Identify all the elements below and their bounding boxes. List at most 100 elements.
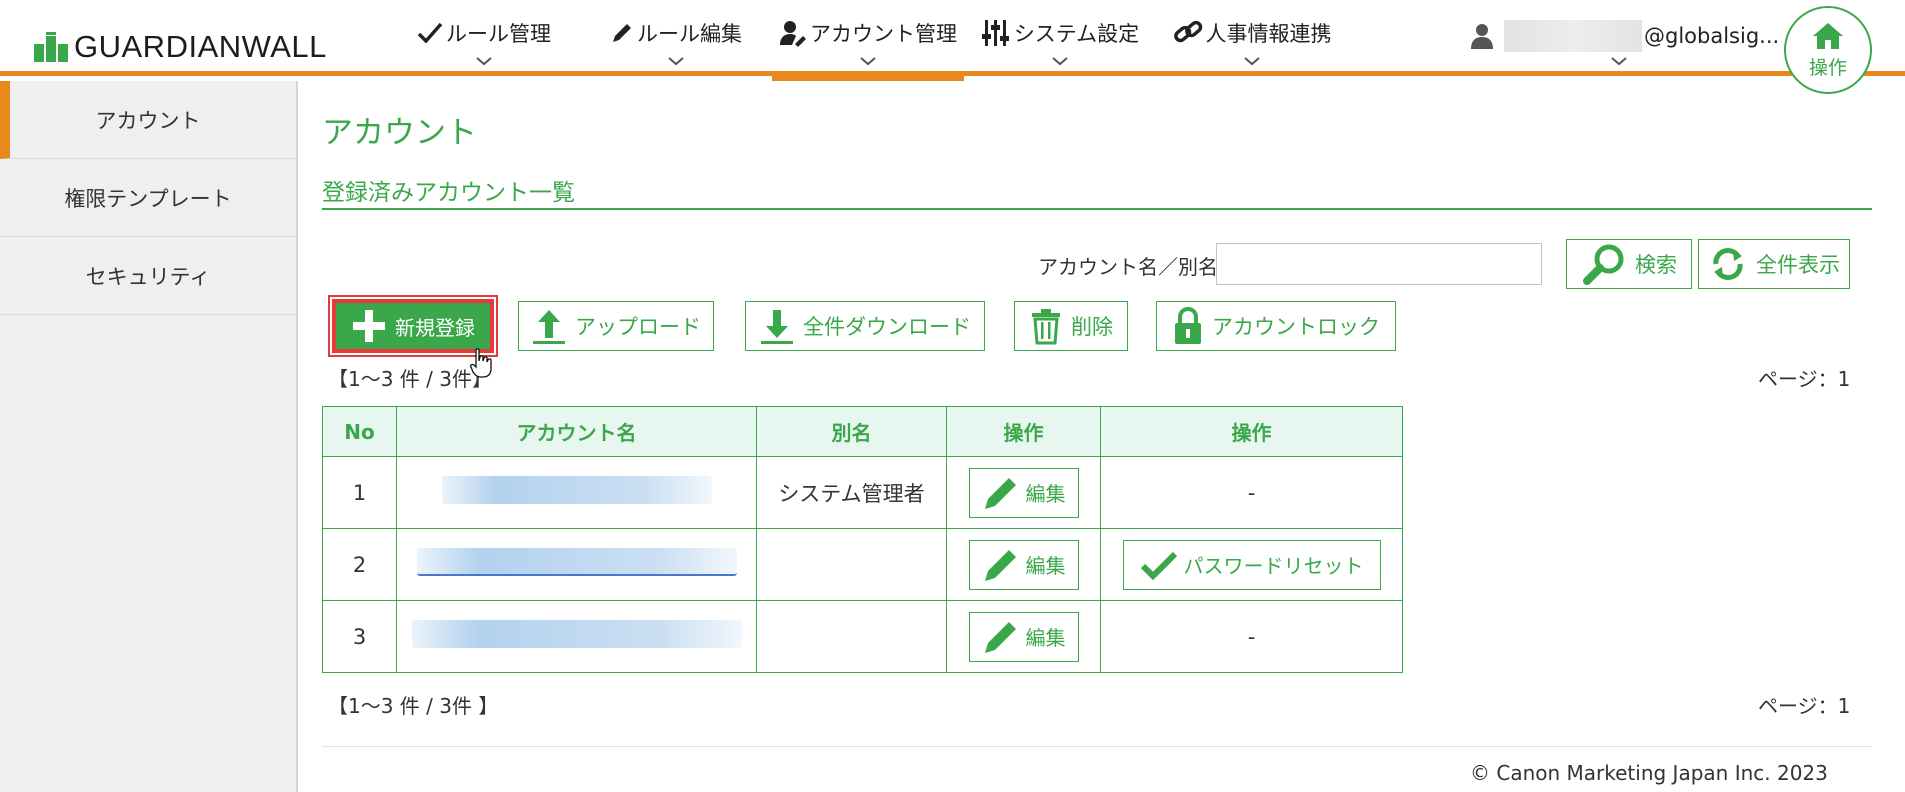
- sidebar-item-label: 権限テンプレート: [64, 186, 232, 211]
- result-count-top: 【1～3 件 / 3件】: [328, 367, 492, 391]
- logo-text: GUARDIANWALL: [74, 29, 327, 64]
- row-extra: -: [1100, 456, 1403, 529]
- nav-hr-integration[interactable]: 人事情報連携: [1156, 0, 1348, 76]
- link-icon: [1173, 20, 1202, 43]
- password-reset-button[interactable]: パスワードリセット: [1122, 539, 1381, 590]
- row-edit-cell: 編集: [946, 456, 1101, 529]
- row-account-name[interactable]: [396, 528, 757, 601]
- edit-button[interactable]: 編集: [968, 539, 1079, 590]
- row-alias: [756, 528, 947, 601]
- table-row: 1 システム管理者 編集 -: [322, 456, 1403, 529]
- password-reset-button-label: パスワードリセット: [1183, 554, 1364, 578]
- delete-button[interactable]: 削除: [1014, 301, 1128, 351]
- footer-divider: [322, 746, 1872, 747]
- hand-cursor-icon: [470, 348, 492, 378]
- column-header-account-name: アカウント名: [396, 406, 757, 457]
- user-email: @globalsig...: [1644, 24, 1780, 48]
- nav-rule-edit[interactable]: ルール編集: [580, 0, 772, 76]
- show-all-button-label: 全件表示: [1756, 253, 1840, 277]
- nav-label: ルール管理: [446, 22, 551, 46]
- result-count-bottom: 【1～3 件 / 3件 】: [328, 694, 499, 718]
- search-button-label: 検索: [1635, 253, 1677, 277]
- page-indicator-bottom: ページ：1: [1758, 694, 1851, 718]
- row-no: 3: [322, 600, 397, 673]
- copyright: © Canon Marketing Japan Inc. 2023: [1470, 761, 1828, 785]
- search-input[interactable]: [1216, 243, 1542, 285]
- trash-icon: [1032, 309, 1060, 345]
- page-indicator-top: ページ：1: [1758, 367, 1851, 391]
- redacted-username: [1504, 20, 1642, 52]
- sliders-icon: [981, 20, 1009, 46]
- home-button[interactable]: 操作: [1784, 6, 1872, 94]
- column-header-no: No: [322, 406, 397, 457]
- download-all-button-label: 全件ダウンロード: [803, 315, 971, 339]
- sidebar: アカウント 権限テンプレート セキュリティ: [0, 81, 298, 792]
- edit-button-label: 編集: [1025, 554, 1066, 578]
- chevron-down-icon: [476, 57, 492, 66]
- upload-button[interactable]: アップロード: [518, 301, 714, 351]
- row-edit-cell: 編集: [946, 528, 1101, 601]
- row-account-name[interactable]: [396, 456, 757, 529]
- row-extra: -: [1100, 600, 1403, 673]
- section-title: 登録済みアカウント一覧: [322, 180, 575, 206]
- home-label: 操作: [1808, 56, 1847, 79]
- accounts-table: No アカウント名 別名 操作 操作 1 システム管理者 編集 - 2 編集 パ…: [322, 406, 1403, 673]
- row-no: 2: [322, 528, 397, 601]
- new-registration-button[interactable]: 新規登録: [328, 295, 498, 357]
- check-icon: [1140, 551, 1177, 580]
- user-wrench-icon: [780, 21, 806, 47]
- new-registration-button-label: 新規登録: [395, 315, 475, 340]
- nav-rule-management[interactable]: ルール管理: [388, 0, 580, 76]
- home-icon: [1813, 22, 1843, 49]
- row-account-name[interactable]: [396, 600, 757, 673]
- upload-icon: [533, 310, 565, 344]
- pencil-icon: [984, 477, 1016, 509]
- row-extra-cell: パスワードリセット: [1100, 528, 1403, 601]
- refresh-icon: [1713, 248, 1743, 280]
- chevron-down-icon: [1244, 57, 1260, 66]
- row-alias: [756, 600, 947, 673]
- nav-label: アカウント管理: [810, 22, 957, 46]
- pencil-icon: [984, 549, 1016, 581]
- search-label: アカウント名／別名: [1038, 255, 1218, 279]
- user-menu[interactable]: @globalsig...: [1470, 18, 1779, 54]
- row-alias: システム管理者: [756, 456, 947, 529]
- table-row: 2 編集 パスワードリセット: [322, 528, 1403, 601]
- user-icon: [1471, 24, 1493, 49]
- upload-button-label: アップロード: [575, 315, 701, 339]
- search-icon: [1583, 244, 1624, 285]
- show-all-button[interactable]: 全件表示: [1698, 239, 1850, 289]
- column-header-edit: 操作: [946, 406, 1101, 457]
- check-icon: [417, 22, 443, 44]
- redacted-account-name: [411, 620, 742, 648]
- lock-icon: [1175, 307, 1201, 344]
- building-icon: [34, 32, 68, 62]
- sidebar-item-permission-template[interactable]: 権限テンプレート: [0, 159, 296, 237]
- sidebar-item-label: アカウント: [95, 108, 201, 133]
- section-divider: [322, 208, 1872, 210]
- download-icon: [761, 310, 793, 344]
- edit-button[interactable]: 編集: [968, 467, 1079, 518]
- redacted-account-link[interactable]: [416, 548, 737, 576]
- search-button[interactable]: 検索: [1566, 239, 1692, 289]
- nav-label: システム設定: [1013, 22, 1140, 46]
- app-header: GUARDIANWALL ルール管理 ルール編集 アカウント管理 システム設定 …: [0, 0, 1905, 81]
- edit-button-label: 編集: [1025, 626, 1066, 650]
- column-header-operation: 操作: [1100, 406, 1403, 457]
- nav-label: 人事情報連携: [1205, 22, 1332, 46]
- nav-label: ルール編集: [637, 22, 742, 46]
- chevron-down-icon: [668, 57, 684, 66]
- nav-system-settings[interactable]: システム設定: [964, 0, 1156, 76]
- sidebar-item-account[interactable]: アカウント: [0, 81, 296, 159]
- pencil-icon: [613, 24, 631, 42]
- download-all-button[interactable]: 全件ダウンロード: [745, 301, 985, 351]
- sidebar-item-security[interactable]: セキュリティ: [0, 237, 296, 315]
- chevron-down-icon[interactable]: [1610, 56, 1628, 66]
- nav-account-management[interactable]: アカウント管理: [772, 0, 964, 81]
- edit-button-label: 編集: [1025, 482, 1066, 506]
- guardianwall-logo[interactable]: GUARDIANWALL: [34, 29, 327, 64]
- delete-button-label: 削除: [1071, 315, 1113, 339]
- account-lock-button[interactable]: アカウントロック: [1156, 301, 1396, 351]
- edit-button[interactable]: 編集: [968, 611, 1079, 662]
- chevron-down-icon: [1052, 57, 1068, 66]
